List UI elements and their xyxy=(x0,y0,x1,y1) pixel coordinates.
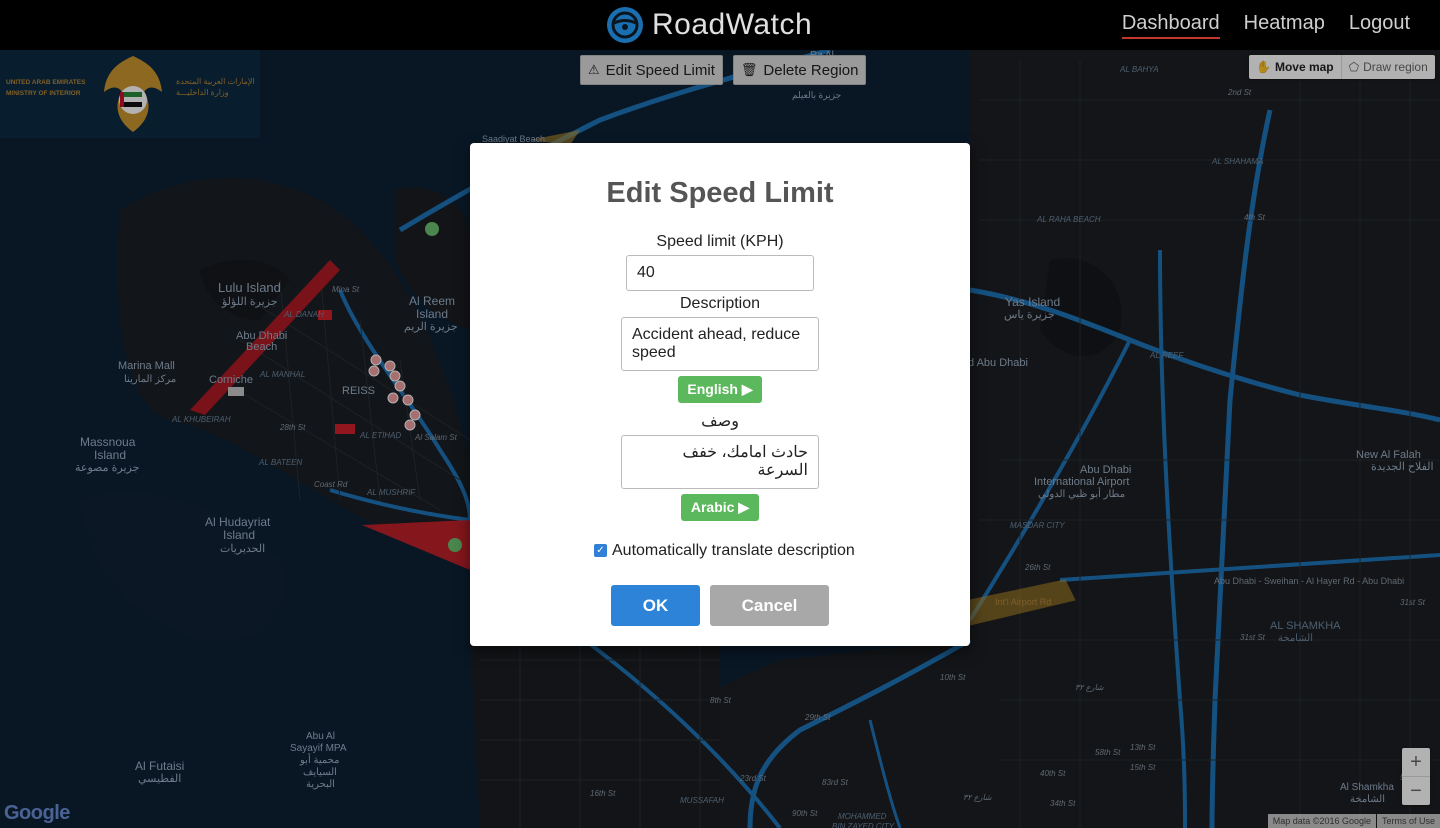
auto-translate-label: Automatically translate description xyxy=(612,542,855,559)
ok-button[interactable]: OK xyxy=(611,585,700,626)
top-navbar: RoadWatch Dashboard Heatmap Logout xyxy=(0,0,1440,50)
modal-title: Edit Speed Limit xyxy=(606,177,834,209)
arabic-translate-button[interactable]: Arabic ▶ xyxy=(681,494,759,521)
steering-wheel-icon xyxy=(607,7,643,43)
edit-speed-limit-modal: Edit Speed Limit Speed limit (KPH) 40 De… xyxy=(470,143,970,646)
description-textarea[interactable]: Accident ahead, reduce speed xyxy=(621,317,819,371)
nav-logout[interactable]: Logout xyxy=(1349,12,1410,39)
brand[interactable]: RoadWatch xyxy=(606,6,812,44)
app-title: RoadWatch xyxy=(652,8,813,41)
english-translate-button[interactable]: English ▶ xyxy=(678,376,762,403)
description-label: Description xyxy=(679,295,761,312)
arabic-description-textarea[interactable]: حادث امامك، خفف السرعة xyxy=(621,435,819,489)
nav-dashboard[interactable]: Dashboard xyxy=(1121,12,1220,39)
arabic-description-label: وصف xyxy=(701,413,739,430)
cancel-button[interactable]: Cancel xyxy=(710,585,829,626)
auto-translate-checkbox[interactable]: ✓ xyxy=(594,544,607,557)
speed-limit-input[interactable]: 40 xyxy=(626,255,814,291)
speed-limit-label: Speed limit (KPH) xyxy=(656,233,784,250)
nav-heatmap[interactable]: Heatmap xyxy=(1244,12,1325,39)
